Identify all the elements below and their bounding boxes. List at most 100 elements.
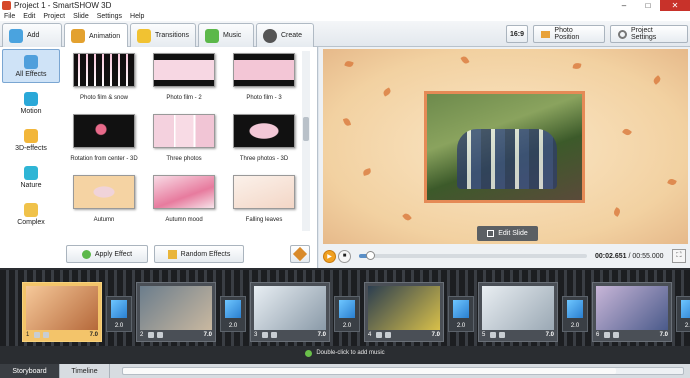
slide-duration: 7.0 — [89, 331, 98, 338]
storyboard-slide[interactable]: 1 7.0 — [22, 282, 102, 342]
effect-item[interactable]: Three photos - 3D — [226, 114, 302, 169]
scrollbar-thumb[interactable] — [303, 117, 309, 141]
motion-icon — [24, 91, 38, 106]
music-track[interactable]: Double-click to add music — [0, 346, 690, 360]
slide-thumbnail — [482, 286, 554, 330]
effect-item[interactable]: Falling leaves — [226, 175, 302, 230]
menu-slide[interactable]: Slide — [73, 13, 89, 20]
edit-pencil-icon[interactable] — [148, 331, 154, 338]
project-settings-button[interactable]: Project Settings — [610, 25, 688, 43]
transition-icon — [339, 300, 355, 318]
slide-photo — [424, 91, 585, 203]
close-button[interactable]: ✕ — [660, 0, 690, 11]
transition-block[interactable]: 2.0 — [676, 296, 690, 332]
random-effects-button[interactable]: Random Effects — [154, 245, 244, 263]
leaf-decoration — [344, 59, 354, 69]
filmstrip: 1 7.0 2.0 2 7.0 2.0 3 7.0 2.0 4 7.0 2.0 5 7.0 2.0 6 7.0 2… — [0, 270, 690, 346]
effect-item[interactable]: Autumn mood — [146, 175, 222, 230]
effect-item[interactable]: Autumn — [66, 175, 142, 230]
tab-timeline[interactable]: Timeline — [60, 364, 110, 378]
transition-block[interactable]: 2.0 — [106, 296, 132, 332]
effect-item[interactable]: Photo film - 3 — [226, 53, 302, 108]
speaker-icon[interactable] — [271, 331, 277, 338]
menu-help[interactable]: Help — [130, 13, 144, 20]
category-nature[interactable]: Nature — [2, 160, 60, 194]
transition-block[interactable]: 2.0 — [334, 296, 360, 332]
menu-file[interactable]: File — [4, 13, 15, 20]
preview-panel: Edit Slide ▶ ■ 00:02.651 / 00:55.000 ⛶ — [319, 47, 690, 268]
speaker-icon[interactable] — [499, 331, 505, 338]
menu-edit[interactable]: Edit — [23, 13, 35, 20]
transition-block[interactable]: 2.0 — [220, 296, 246, 332]
effects-panel: All Effects Motion 3D-effects Nature Com… — [0, 47, 318, 268]
timeline-scrollbar[interactable] — [122, 367, 684, 375]
playback-progress[interactable] — [359, 251, 587, 260]
menu-settings[interactable]: Settings — [97, 13, 122, 20]
menu-project[interactable]: Project — [43, 13, 65, 20]
fullscreen-button[interactable]: ⛶ — [672, 249, 686, 263]
scrollbar-thumb[interactable] — [123, 368, 616, 374]
effects-scrollbar[interactable] — [302, 51, 310, 231]
music-add-icon — [305, 349, 313, 357]
slide-thumbnail — [26, 286, 98, 330]
storyboard-slide[interactable]: 5 7.0 — [478, 282, 558, 342]
menu-bar: File Edit Project Slide Settings Help — [0, 11, 690, 21]
speaker-icon[interactable] — [385, 331, 391, 338]
category-complex[interactable]: Complex — [2, 197, 60, 231]
category-label: 3D-effects — [15, 144, 47, 152]
edit-pencil-icon[interactable] — [262, 331, 268, 338]
effect-item[interactable]: Photo film & snow — [66, 53, 142, 108]
effect-settings-button[interactable] — [290, 245, 310, 263]
transition-block[interactable]: 2.0 — [562, 296, 588, 332]
slide-info-bar: 2 7.0 — [140, 330, 212, 339]
bottom-bar: Storyboard Timeline — [0, 364, 690, 378]
speaker-icon[interactable] — [613, 331, 619, 338]
music-note-icon — [205, 28, 219, 43]
storyboard-slide[interactable]: 4 7.0 — [364, 282, 444, 342]
effect-label: Falling leaves — [245, 217, 283, 223]
apply-effect-button[interactable]: Apply Effect — [66, 245, 148, 263]
edit-pencil-icon[interactable] — [34, 331, 40, 338]
effect-item[interactable]: Rotation from center - 3D — [66, 114, 142, 169]
minimize-button[interactable]: – — [612, 0, 636, 11]
tab-animation[interactable]: Animation — [64, 23, 128, 48]
gear-icon — [618, 29, 627, 39]
speaker-icon[interactable] — [157, 331, 163, 338]
tab-transitions[interactable]: Transitions — [130, 23, 196, 47]
slide-info-bar: 6 7.0 — [596, 330, 668, 339]
photo-position-icon — [541, 30, 551, 38]
leaf-decoration — [342, 117, 352, 127]
category-all-effects[interactable]: All Effects — [2, 49, 60, 83]
photo-position-button[interactable]: Photo Position — [533, 25, 605, 43]
tab-create[interactable]: Create — [256, 23, 314, 47]
speaker-icon[interactable] — [43, 331, 49, 338]
tab-storyboard[interactable]: Storyboard — [0, 364, 60, 378]
category-3d-effects[interactable]: 3D-effects — [2, 123, 60, 157]
magic-wand-icon — [167, 249, 177, 259]
all-effects-icon — [24, 54, 38, 69]
effect-thumbnail — [73, 175, 135, 209]
stop-button[interactable]: ■ — [338, 249, 351, 263]
main-toolbar: Add Animation Transitions Music Create 1… — [0, 21, 690, 48]
tab-music[interactable]: Music — [198, 23, 254, 47]
category-motion[interactable]: Motion — [2, 86, 60, 120]
edit-pencil-icon[interactable] — [490, 331, 496, 338]
storyboard-slide[interactable]: 3 7.0 — [250, 282, 330, 342]
effects-grid: Photo film & snow Photo film - 2 Photo f… — [66, 53, 302, 231]
effect-item[interactable]: Three photos — [146, 114, 222, 169]
edit-pencil-icon[interactable] — [376, 331, 382, 338]
storyboard-slide[interactable]: 6 7.0 — [592, 282, 672, 342]
maximize-button[interactable]: □ — [636, 0, 660, 11]
add-icon — [9, 28, 23, 43]
tab-add[interactable]: Add — [2, 23, 62, 47]
play-button[interactable]: ▶ — [323, 249, 336, 263]
aspect-ratio-button[interactable]: 16:9 — [506, 25, 528, 43]
progress-handle[interactable] — [366, 251, 376, 260]
slide-duration: 7.0 — [317, 331, 326, 338]
edit-pencil-icon[interactable] — [604, 331, 610, 338]
effect-item[interactable]: Photo film - 2 — [146, 53, 222, 108]
storyboard-slide[interactable]: 2 7.0 — [136, 282, 216, 342]
edit-slide-button[interactable]: Edit Slide — [477, 226, 538, 241]
transition-block[interactable]: 2.0 — [448, 296, 474, 332]
animation-star-icon — [71, 29, 85, 43]
